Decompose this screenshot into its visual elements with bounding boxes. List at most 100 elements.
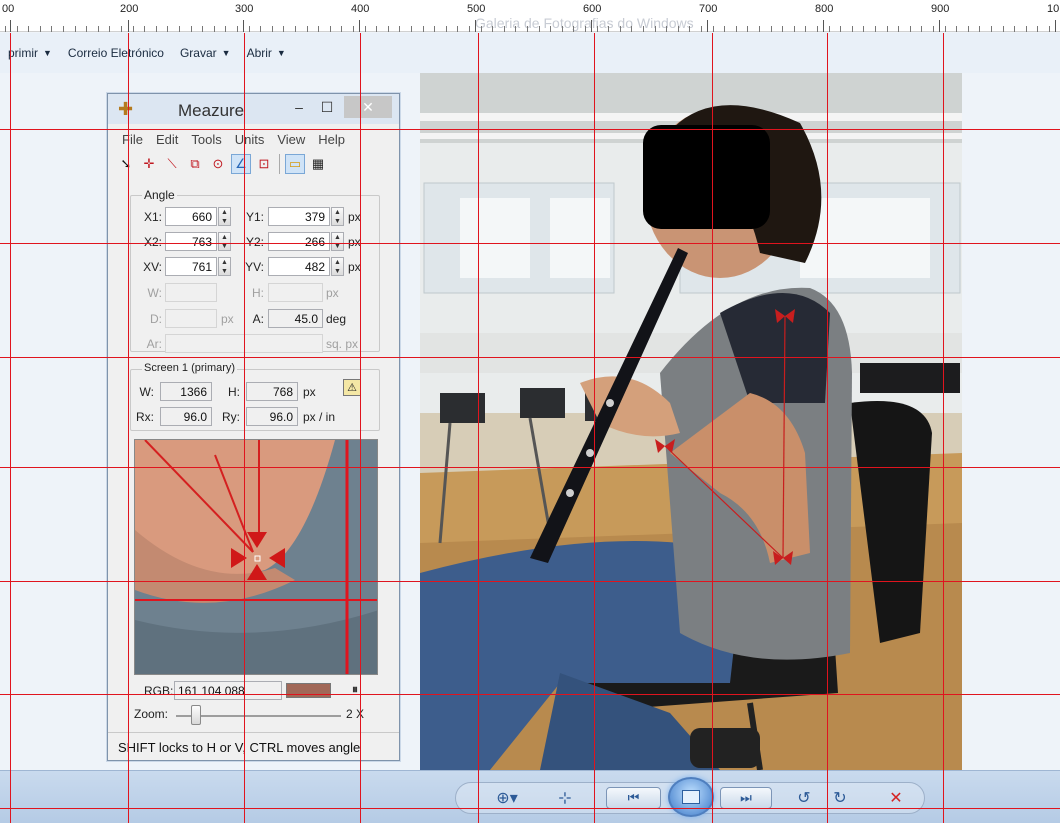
ruler-label: 200 xyxy=(120,3,139,15)
menu-view[interactable]: View xyxy=(277,132,305,147)
screen-group-label: Screen 1 (primary) xyxy=(142,362,238,374)
minimize-button[interactable]: – xyxy=(288,97,310,117)
point-tool-icon[interactable]: ✛ xyxy=(139,154,159,174)
ruler-minor-tick xyxy=(550,26,551,32)
ruler-minor-tick xyxy=(655,26,656,32)
zoom-slider-thumb[interactable] xyxy=(191,705,201,725)
ruler-minor-tick xyxy=(388,26,389,32)
ruler-minor-tick xyxy=(434,26,435,32)
window-tool-icon[interactable]: ⊡ xyxy=(254,154,274,174)
menu-burn[interactable]: Gravar ▼ xyxy=(180,46,231,60)
ruler-minor-tick xyxy=(411,26,412,32)
line-tool-icon[interactable]: ⟍ xyxy=(162,154,182,174)
menu-file[interactable]: File xyxy=(122,132,143,147)
d-unit: px xyxy=(221,312,234,326)
ruler-minor-tick xyxy=(121,26,122,32)
warning-icon[interactable]: ⚠ xyxy=(343,379,361,396)
w-field xyxy=(165,283,217,302)
xv-spinner[interactable]: ▲ ▼ xyxy=(218,257,231,276)
ruler-minor-tick xyxy=(747,26,748,32)
close-button[interactable]: ✕ xyxy=(344,96,392,118)
ruler-icon[interactable]: ▭ xyxy=(285,154,305,174)
menu-units[interactable]: Units xyxy=(235,132,265,147)
ruler-label: 400 xyxy=(351,3,370,15)
toolbar-divider xyxy=(279,154,280,174)
zoom-value: 2 X xyxy=(346,707,365,721)
ry-label: Ry: xyxy=(222,410,240,424)
x2-label: X2: xyxy=(143,235,162,249)
x2-spinner[interactable]: ▲ ▼ xyxy=(218,232,231,251)
y1-label: Y1: xyxy=(245,210,264,224)
ruler-minor-tick xyxy=(86,26,87,32)
photo-clarinet-player xyxy=(420,73,962,770)
grid-icon[interactable]: ▦ xyxy=(308,154,328,174)
previous-icon[interactable]: ⏮ xyxy=(606,787,661,809)
ruler-minor-tick xyxy=(921,26,922,32)
y1-spinner[interactable]: ▲ ▼ xyxy=(331,207,344,226)
menu-edit[interactable]: Edit xyxy=(156,132,178,147)
ruler-minor-tick xyxy=(214,26,215,32)
ruler-minor-tick xyxy=(167,26,168,32)
yv-spinner[interactable]: ▲ ▼ xyxy=(331,257,344,276)
yv-field[interactable]: 482 xyxy=(268,257,330,276)
menu-open[interactable]: Abrir ▼ xyxy=(247,46,286,60)
ruler-minor-tick xyxy=(446,26,447,32)
y1-field[interactable]: 379 xyxy=(268,207,330,226)
ruler-minor-tick xyxy=(945,26,946,32)
ruler-minor-tick xyxy=(1014,26,1015,32)
ruler-label: 500 xyxy=(467,3,486,15)
ruler-minor-tick xyxy=(573,26,574,32)
ruler-minor-tick xyxy=(840,26,841,32)
y2-field[interactable]: 266 xyxy=(268,232,330,251)
ruler-label: 00 xyxy=(2,3,15,15)
ruler-minor-tick xyxy=(562,26,563,32)
magnifier-view xyxy=(134,439,378,675)
rectangle-tool-icon[interactable]: ⧉ xyxy=(185,154,205,174)
ruler-major-tick xyxy=(823,20,824,32)
menu-email[interactable]: Correio Eletrónico xyxy=(68,46,164,60)
circle-tool-icon[interactable]: ⊙ xyxy=(208,154,228,174)
ruler-minor-tick xyxy=(191,26,192,32)
x1-field[interactable]: 660 xyxy=(165,207,217,226)
zoom-icon[interactable]: ⊕▾ xyxy=(492,787,522,809)
ruler-minor-tick xyxy=(689,26,690,32)
rotate-right-icon[interactable]: ↻ xyxy=(828,787,852,809)
ruler-minor-tick xyxy=(98,26,99,32)
xv-field[interactable]: 761 xyxy=(165,257,217,276)
cursor-tool-icon[interactable]: ➘ xyxy=(116,154,136,174)
ruler-minor-tick xyxy=(956,26,957,32)
ruler-minor-tick xyxy=(423,26,424,32)
ruler-minor-tick xyxy=(399,26,400,32)
ruler-minor-tick xyxy=(1049,26,1050,32)
meazure-titlebar[interactable]: ✚ Meazure – ☐ ✕ xyxy=(108,94,399,124)
delete-icon[interactable]: ✕ xyxy=(884,787,908,809)
x1-spinner[interactable]: ▲ ▼ xyxy=(218,207,231,226)
ruler-minor-tick xyxy=(585,26,586,32)
ruler-minor-tick xyxy=(492,26,493,32)
menu-tools[interactable]: Tools xyxy=(191,132,221,147)
x2-field[interactable]: 763 xyxy=(165,232,217,251)
ruler-minor-tick xyxy=(5,26,6,32)
angle-tool-icon[interactable]: ∠ xyxy=(231,154,251,174)
ruler-minor-tick xyxy=(75,26,76,32)
color-picker-icon[interactable]: ⏸ xyxy=(352,682,358,697)
ruler-minor-tick xyxy=(109,26,110,32)
meazure-app-icon: ✚ xyxy=(118,99,134,119)
menu-print[interactable]: primir ▼ xyxy=(8,46,52,60)
menu-help[interactable]: Help xyxy=(318,132,345,147)
h-unit: px xyxy=(326,286,339,300)
ruler-minor-tick xyxy=(225,26,226,32)
xv-label: XV: xyxy=(143,260,162,274)
rotate-left-icon[interactable]: ↺ xyxy=(792,787,816,809)
next-icon[interactable]: ⏭ xyxy=(720,787,772,809)
ruler-minor-tick xyxy=(515,26,516,32)
actual-size-icon[interactable]: ⊹ xyxy=(552,787,578,809)
maximize-button[interactable]: ☐ xyxy=(316,97,338,117)
ruler-minor-tick xyxy=(991,26,992,32)
ruler-minor-tick xyxy=(237,26,238,32)
ruler-minor-tick xyxy=(144,26,145,32)
ruler-minor-tick xyxy=(63,26,64,32)
ruler-minor-tick xyxy=(40,26,41,32)
slideshow-icon[interactable] xyxy=(668,777,714,817)
y2-spinner[interactable]: ▲ ▼ xyxy=(331,232,344,251)
